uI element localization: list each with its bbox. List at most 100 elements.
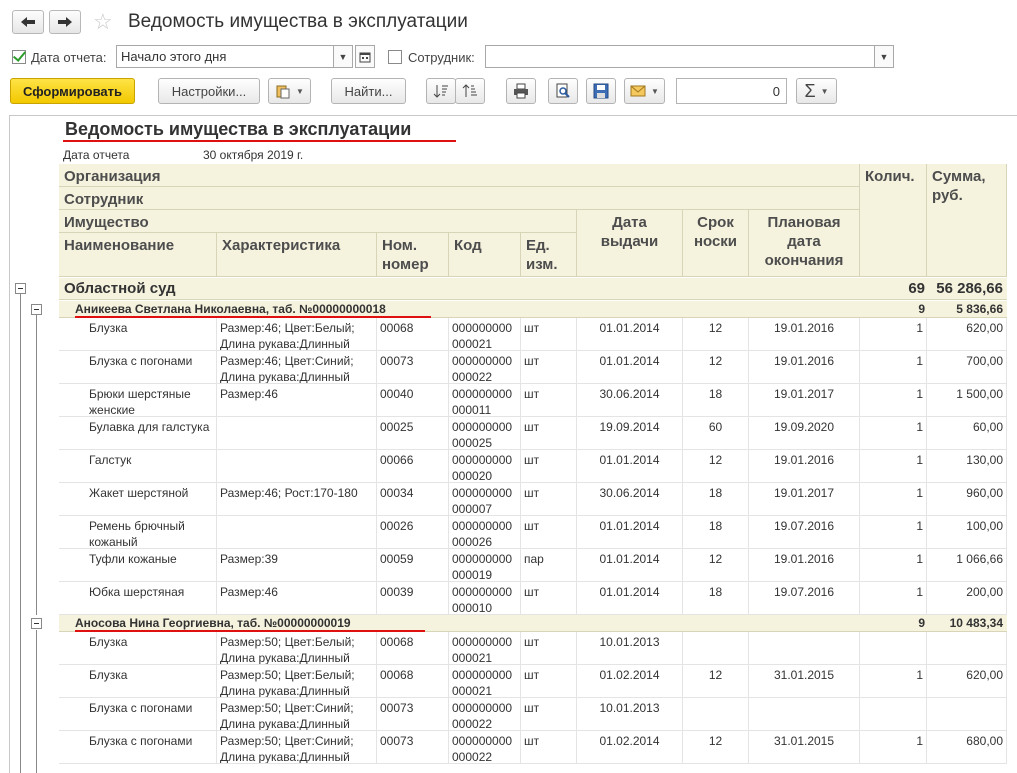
cell-nom[interactable]: 00068 bbox=[377, 318, 449, 351]
cell-unit[interactable]: шт bbox=[521, 384, 577, 417]
cell-char[interactable]: Размер:50; Цвет:Синий; Длина рукава:Длин… bbox=[217, 731, 377, 764]
cell-qty[interactable]: 1 bbox=[860, 549, 927, 582]
sum-field[interactable]: 0 bbox=[676, 78, 787, 104]
cell-nom[interactable]: 00039 bbox=[377, 582, 449, 615]
report-area[interactable]: Ведомость имущества в эксплуатации Дата … bbox=[9, 115, 1017, 773]
cell-char[interactable] bbox=[217, 516, 377, 549]
cell-date[interactable]: 10.01.2013 bbox=[577, 632, 683, 665]
org-row[interactable]: Областной суд 69 56 286,66 bbox=[59, 278, 1007, 300]
cell-qty[interactable]: 1 bbox=[860, 731, 927, 764]
cell-code[interactable]: 000000000 000011 bbox=[449, 384, 521, 417]
cell-term[interactable] bbox=[683, 698, 749, 731]
find-button[interactable]: Найти... bbox=[331, 78, 406, 104]
cell-term[interactable] bbox=[683, 632, 749, 665]
cell-term[interactable]: 60 bbox=[683, 417, 749, 450]
cell-term[interactable]: 18 bbox=[683, 384, 749, 417]
cell-name[interactable]: Ремень брючный кожаный bbox=[59, 516, 217, 549]
cell-name[interactable]: Брюки шерстяные женские bbox=[59, 384, 217, 417]
collapse-employee-toggle[interactable] bbox=[31, 304, 42, 315]
cell-end[interactable]: 19.07.2016 bbox=[749, 516, 860, 549]
cell-code[interactable]: 000000000 000020 bbox=[449, 450, 521, 483]
cell-code[interactable]: 000000000 000021 bbox=[449, 665, 521, 698]
cell-end[interactable]: 19.01.2016 bbox=[749, 351, 860, 384]
cell-qty[interactable]: 1 bbox=[860, 582, 927, 615]
cell-end[interactable]: 19.01.2016 bbox=[749, 450, 860, 483]
cell-name[interactable]: Жакет шерстяной bbox=[59, 483, 217, 516]
cell-char[interactable]: Размер:50; Цвет:Синий; Длина рукава:Длин… bbox=[217, 698, 377, 731]
cell-unit[interactable]: шт bbox=[521, 632, 577, 665]
employee-dropdown-button[interactable]: ▼ bbox=[874, 45, 894, 68]
cell-nom[interactable]: 00025 bbox=[377, 417, 449, 450]
cell-end[interactable]: 19.09.2020 bbox=[749, 417, 860, 450]
employee-checkbox[interactable] bbox=[388, 50, 402, 64]
cell-name[interactable]: Блузка с погонами bbox=[59, 351, 217, 384]
cell-name[interactable]: Блузка bbox=[59, 632, 217, 665]
cell-nom[interactable]: 00068 bbox=[377, 632, 449, 665]
cell-end[interactable] bbox=[749, 632, 860, 665]
cell-end[interactable]: 19.01.2017 bbox=[749, 384, 860, 417]
cell-qty[interactable]: 1 bbox=[860, 483, 927, 516]
cell-sum[interactable]: 100,00 bbox=[927, 516, 1007, 549]
cell-name[interactable]: Блузка bbox=[59, 318, 217, 351]
cell-end[interactable]: 31.01.2015 bbox=[749, 731, 860, 764]
cell-sum[interactable]: 130,00 bbox=[927, 450, 1007, 483]
cell-qty[interactable] bbox=[860, 632, 927, 665]
cell-nom[interactable]: 00073 bbox=[377, 731, 449, 764]
cell-unit[interactable]: пар bbox=[521, 549, 577, 582]
cell-code[interactable]: 000000000 000026 bbox=[449, 516, 521, 549]
cell-nom[interactable]: 00068 bbox=[377, 665, 449, 698]
cell-unit[interactable]: шт bbox=[521, 698, 577, 731]
cell-date[interactable]: 30.06.2014 bbox=[577, 384, 683, 417]
cell-name[interactable]: Галстук bbox=[59, 450, 217, 483]
cell-date[interactable]: 01.02.2014 bbox=[577, 731, 683, 764]
report-date-select[interactable]: Начало этого дня bbox=[116, 45, 334, 68]
cell-term[interactable]: 12 bbox=[683, 731, 749, 764]
cell-code[interactable]: 000000000 000010 bbox=[449, 582, 521, 615]
cell-char[interactable]: Размер:46; Рост:170-180 bbox=[217, 483, 377, 516]
cell-code[interactable]: 000000000 000022 bbox=[449, 351, 521, 384]
cell-nom[interactable]: 00026 bbox=[377, 516, 449, 549]
cell-char[interactable]: Размер:50; Цвет:Белый; Длина рукава:Длин… bbox=[217, 632, 377, 665]
cell-unit[interactable]: шт bbox=[521, 450, 577, 483]
cell-name[interactable]: Туфли кожаные bbox=[59, 549, 217, 582]
cell-unit[interactable]: шт bbox=[521, 516, 577, 549]
cell-nom[interactable]: 00073 bbox=[377, 351, 449, 384]
cell-name[interactable]: Блузка с погонами bbox=[59, 731, 217, 764]
cell-unit[interactable]: шт bbox=[521, 318, 577, 351]
cell-qty[interactable]: 1 bbox=[860, 318, 927, 351]
cell-nom[interactable]: 00040 bbox=[377, 384, 449, 417]
report-date-checkbox[interactable] bbox=[12, 50, 26, 64]
employee-field[interactable] bbox=[485, 45, 875, 68]
cell-char[interactable]: Размер:50; Цвет:Белый; Длина рукава:Длин… bbox=[217, 665, 377, 698]
sort-descending-button[interactable] bbox=[455, 78, 485, 104]
cell-date[interactable]: 30.06.2014 bbox=[577, 483, 683, 516]
cell-char[interactable]: Размер:46 bbox=[217, 582, 377, 615]
cell-sum[interactable] bbox=[927, 632, 1007, 665]
cell-date[interactable]: 01.01.2014 bbox=[577, 318, 683, 351]
cell-sum[interactable]: 700,00 bbox=[927, 351, 1007, 384]
back-button[interactable] bbox=[12, 10, 44, 34]
cell-sum[interactable]: 60,00 bbox=[927, 417, 1007, 450]
cell-qty[interactable]: 1 bbox=[860, 665, 927, 698]
cell-nom[interactable]: 00059 bbox=[377, 549, 449, 582]
variants-button[interactable]: ▼ bbox=[268, 78, 311, 104]
cell-code[interactable]: 000000000 000021 bbox=[449, 632, 521, 665]
forward-button[interactable] bbox=[49, 10, 81, 34]
cell-sum[interactable]: 1 066,66 bbox=[927, 549, 1007, 582]
cell-date[interactable]: 01.02.2014 bbox=[577, 665, 683, 698]
cell-date[interactable]: 10.01.2013 bbox=[577, 698, 683, 731]
cell-unit[interactable]: шт bbox=[521, 582, 577, 615]
cell-char[interactable]: Размер:46; Цвет:Синий; Длина рукава:Длин… bbox=[217, 351, 377, 384]
cell-code[interactable]: 000000000 000021 bbox=[449, 318, 521, 351]
calendar-button[interactable] bbox=[355, 45, 375, 68]
cell-nom[interactable]: 00066 bbox=[377, 450, 449, 483]
cell-qty[interactable]: 1 bbox=[860, 384, 927, 417]
cell-code[interactable]: 000000000 000019 bbox=[449, 549, 521, 582]
cell-term[interactable]: 12 bbox=[683, 318, 749, 351]
print-button[interactable] bbox=[506, 78, 536, 104]
send-email-button[interactable]: ▼ bbox=[624, 78, 665, 104]
cell-nom[interactable]: 00073 bbox=[377, 698, 449, 731]
favorite-star-icon[interactable]: ☆ bbox=[93, 9, 113, 35]
cell-qty[interactable]: 1 bbox=[860, 450, 927, 483]
cell-sum[interactable]: 1 500,00 bbox=[927, 384, 1007, 417]
